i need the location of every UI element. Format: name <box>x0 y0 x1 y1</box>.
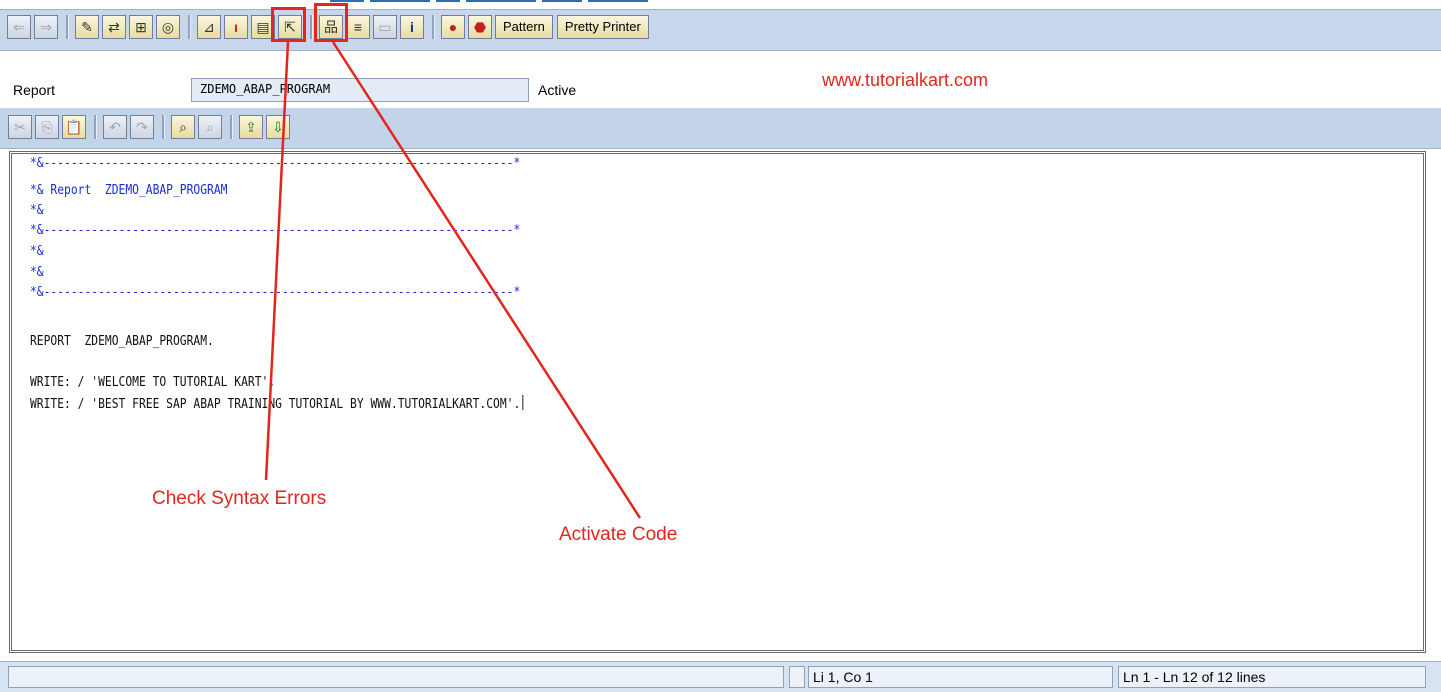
check-syntax-icon[interactable]: ⊿ <box>197 15 221 39</box>
paste-icon[interactable]: 📋 <box>62 115 86 139</box>
other-object-icon[interactable]: ✎ <box>75 15 99 39</box>
status-bar: Li 1, Co 1 Ln 1 - Ln 12 of 12 lines <box>0 661 1441 692</box>
toolbar-separator <box>432 15 435 39</box>
code-line: *& <box>30 203 44 218</box>
annotation-activate-code: Activate Code <box>559 524 678 545</box>
code-line: *&--------------------------------------… <box>30 285 521 300</box>
find-next-icon[interactable]: ⌕ <box>198 115 222 139</box>
text-cursor <box>522 395 523 410</box>
website-watermark: www.tutorialkart.com <box>822 70 989 90</box>
display-change-icon[interactable]: ⇄ <box>102 15 126 39</box>
cut-title <box>330 0 690 8</box>
editor-toolbar: ✂ ⎘ 📋 ↶ ↷ ⌕ ⌕ ⇪ ⇩ <box>0 108 1441 149</box>
back-icon[interactable]: ⇐ <box>7 15 31 39</box>
redo-icon[interactable]: ↷ <box>130 115 154 139</box>
pattern-button[interactable]: Pattern <box>495 15 553 39</box>
cut-icon[interactable]: ✂ <box>8 115 32 139</box>
code-line: REPORT ZDEMO_ABAP_PROGRAM. <box>30 334 214 349</box>
status-text: Active <box>538 82 577 98</box>
upload-icon[interactable]: ⇪ <box>239 115 263 139</box>
forward-icon[interactable]: ⇒ <box>34 15 58 39</box>
code-line: *& <box>30 265 44 280</box>
download-icon[interactable]: ⇩ <box>266 115 290 139</box>
stop-breakpoint-icon[interactable]: ⬣ <box>468 15 492 39</box>
code-line: WRITE: / 'BEST FREE SAP ABAP TRAINING TU… <box>30 397 521 412</box>
toolbar-separator <box>162 115 165 139</box>
check-syntax-highlight <box>271 7 306 42</box>
undo-icon[interactable]: ↶ <box>103 115 127 139</box>
activate-icon[interactable]: ı <box>224 15 248 39</box>
report-label: Report <box>13 82 56 98</box>
code-editor[interactable]: *&--------------------------------------… <box>9 151 1426 653</box>
pretty-printer-button[interactable]: Pretty Printer <box>556 15 649 39</box>
line-count: Ln 1 - Ln 12 of 12 lines <box>1118 666 1426 688</box>
program-name-field[interactable]: ZDEMO_ABAP_PROGRAM <box>191 78 529 102</box>
enhancement-icon[interactable]: ≡ <box>346 15 370 39</box>
annotation-check-syntax: Check Syntax Errors <box>152 488 327 509</box>
set-breakpoint-icon[interactable]: ● <box>441 15 465 39</box>
code-line-cursor: WRITE: / 'BEST FREE SAP ABAP TRAINING TU… <box>30 395 523 412</box>
split-screen-icon[interactable]: ▭ <box>373 15 397 39</box>
toolbar-separator <box>66 15 69 39</box>
window-title-strip <box>0 0 1441 9</box>
toolbar-separator <box>310 15 313 39</box>
where-used-icon[interactable]: ⊞ <box>129 15 153 39</box>
find-icon[interactable]: ⌕ <box>171 115 195 139</box>
help-info-icon[interactable]: i <box>400 15 424 39</box>
toolbar-separator <box>230 115 233 139</box>
activate-highlight <box>314 3 348 42</box>
toolbar-separator <box>188 15 191 39</box>
status-spacer <box>789 666 805 688</box>
code-line: *&--------------------------------------… <box>30 156 521 171</box>
object-list-icon[interactable]: ◎ <box>156 15 180 39</box>
application-toolbar: ⇐ ⇒ ✎ ⇄ ⊞ ◎ ⊿ ı ▤ ⇱ 品 ≡ ▭ i ● ⬣ Pattern … <box>0 9 1441 51</box>
code-line: *& Report ZDEMO_ABAP_PROGRAM <box>30 183 228 198</box>
code-line: *& <box>30 244 44 259</box>
toolbar-separator <box>94 115 97 139</box>
cursor-position: Li 1, Co 1 <box>808 666 1113 688</box>
copy-icon[interactable]: ⎘ <box>35 115 59 139</box>
code-line: WRITE: / 'WELCOME TO TUTORIAL KART'. <box>30 375 276 390</box>
status-message-area <box>8 666 784 688</box>
code-line: *&--------------------------------------… <box>30 223 521 238</box>
